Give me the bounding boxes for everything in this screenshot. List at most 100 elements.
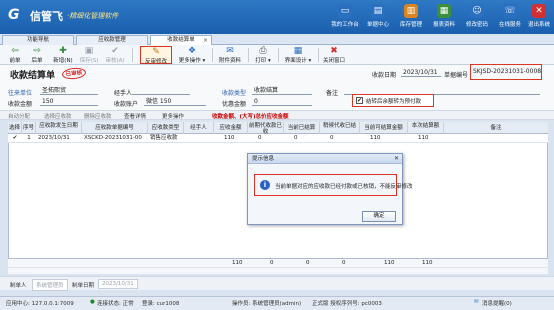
created-date-field: 2023/10/31 xyxy=(98,279,138,289)
toolbar: ⇦ 前单 ⇨ 后单 ✚ 新增(N) ▣ 保存(S) ✔ 审核(A) ✎ 反审修改 ❖ 更多操作… xyxy=(0,45,554,65)
select-receivable-button[interactable]: 选择应收款 xyxy=(44,112,72,120)
nav-exit[interactable]: ✕ 退出系统 xyxy=(524,4,554,32)
tab-function-nav[interactable]: 功能导航 xyxy=(2,35,74,45)
dialog-close-icon[interactable]: ✕ xyxy=(394,154,399,164)
handler-label: 经手人 xyxy=(114,90,133,97)
tab-receivables[interactable]: 应收款管理 xyxy=(76,35,148,45)
person-icon: ☺ xyxy=(470,4,484,18)
prepay-checkbox-group[interactable]: ✔ 结转后余额转为预付款 xyxy=(352,94,434,107)
auto-split-button[interactable]: 自动分配 xyxy=(8,112,30,120)
tab-receipt-settlement[interactable]: 收款结算单 × xyxy=(150,35,212,45)
print-icon: ⎙ xyxy=(259,46,267,56)
app-header: G 信管飞 ·精细化管理软件 ▭ 我的工作台 ▤ 单据中心 ▥ 库存管理 ▦ 报表资料 … xyxy=(0,0,554,34)
customer-field[interactable]: 圣拓熙贸 xyxy=(40,86,98,95)
next-button[interactable]: ⇨ 后单 xyxy=(28,46,46,64)
tab-bar: 功能导航 应收款管理 收款结算单 × xyxy=(0,34,554,45)
ok-button[interactable]: 确定 xyxy=(362,211,396,222)
amount-label: 收款金额 xyxy=(8,101,33,108)
amount-field[interactable]: 150 xyxy=(40,97,98,106)
col-handler: 经手人 xyxy=(184,122,214,134)
message-icon: ✉ xyxy=(474,299,479,305)
attachment-button[interactable]: ✉ 附件资料 xyxy=(216,46,244,64)
close-icon: ✕ xyxy=(532,4,546,18)
more-ops-button[interactable]: ❖ 更多操作 ▾ xyxy=(176,46,208,64)
nav-workbench[interactable]: ▭ 我的工作台 xyxy=(330,4,360,32)
arrow-right-icon: ⇨ xyxy=(33,46,41,56)
number-label: 单据编号 xyxy=(444,72,469,79)
design-button[interactable]: ▦ 界面设计 ▾ xyxy=(282,46,314,64)
check-icon: ● xyxy=(90,299,95,305)
close-window-button[interactable]: ✖ 关闭窗口 xyxy=(320,46,348,64)
app-name: 信管飞 xyxy=(30,10,63,23)
audit-button[interactable]: ✔ 审核(A) xyxy=(104,46,126,64)
server-status: 应用中心: 127.0.0.1:7009 xyxy=(6,301,74,307)
login-status: 登录: cur1008 xyxy=(142,301,180,307)
chart-icon: ▦ xyxy=(437,4,451,18)
creator-field: 系统管理员 xyxy=(32,279,68,291)
prev-button[interactable]: ⇦ 前单 xyxy=(6,46,24,64)
col-wait: 稍候代收已结 xyxy=(320,122,360,134)
col-available: 当前可结算金额 xyxy=(360,122,408,134)
monitor-icon: ▭ xyxy=(338,4,352,18)
audit-icon: ✔ xyxy=(111,46,119,56)
save-icon: ▣ xyxy=(84,46,94,56)
nav-reports[interactable]: ▦ 报表资料 xyxy=(429,4,459,32)
message-reminder[interactable]: 消息提醒(0) xyxy=(482,299,512,307)
row-checkbox[interactable]: ✔ xyxy=(8,134,22,143)
save-button[interactable]: ▣ 保存(S) xyxy=(78,46,100,64)
attachment-icon: ✉ xyxy=(226,46,234,56)
bottom-info-bar: 制单人 系统管理员 制单日期 2023/10/31 xyxy=(0,276,554,291)
new-button[interactable]: ✚ 新增(N) xyxy=(52,46,74,64)
unaudit-edit-button[interactable]: ✎ 反审修改 xyxy=(140,46,172,65)
date-field[interactable]: 2023/10/31 xyxy=(401,68,441,77)
tab-close-icon[interactable]: × xyxy=(203,36,208,45)
more-icon: ❖ xyxy=(187,46,197,56)
dialog-title: 提示信息 xyxy=(248,154,402,164)
grid-scrollbar[interactable] xyxy=(8,267,548,274)
version-status: 正式版 授权序列号: pc0003 xyxy=(312,301,382,307)
delete-receivable-button[interactable]: 删除应收款 xyxy=(84,112,112,120)
nav-inventory[interactable]: ▥ 库存管理 xyxy=(396,4,426,32)
account-field[interactable]: 微信 150 xyxy=(144,97,206,106)
status-bar: 应用中心: 127.0.0.1:7009 ● 连接状态: 正常 登录: cur1… xyxy=(0,296,554,310)
grid-header: 选择 序号 应收款发生日期 应收款单据编号 应收款类型 经手人 应收金额 前期代… xyxy=(8,122,548,134)
info-icon: i xyxy=(260,180,270,190)
dialog-message: 当前单据对应的应收款已经付款或已核销，不能反审修改 xyxy=(275,184,413,190)
col-prev: 前期代收款已收 xyxy=(248,122,284,134)
creator-label: 制单人 xyxy=(10,283,27,289)
grid-more-button[interactable]: 更多操作 xyxy=(162,112,184,120)
nav-change-password[interactable]: ☺ 修改密码 xyxy=(462,4,492,32)
page-title: 收款结算单 xyxy=(10,71,56,81)
col-number: 应收款单据编号 xyxy=(82,122,148,134)
service-icon: ☏ xyxy=(503,4,517,18)
dialog-message-box: i 当前单据对应的应收款已经付款或已核销，不能反审修改 xyxy=(254,174,413,196)
unaudit-edit-icon: ✎ xyxy=(152,47,160,57)
number-field[interactable]: SKJSD-20231031-0008 xyxy=(470,64,542,80)
nav-document-center[interactable]: ▤ 单据中心 xyxy=(363,4,393,32)
logo-mark: G xyxy=(8,7,20,23)
table-row[interactable]: ✔ 1 2023/10/31 XSCKD-20231031-00 销售应收款 1… xyxy=(8,134,548,143)
close-window-icon: ✖ xyxy=(330,46,338,56)
customer-label: 往来单位 xyxy=(8,90,33,97)
alert-dialog: 提示信息 ✕ i 当前单据对应的应收款已经付款或已核销，不能反审修改 确定 xyxy=(247,153,413,225)
account-label: 收款账户 xyxy=(114,101,139,108)
grid-toolbar: 自动分配 选择应收款 删除应收款 查看详情 更多操作 收款金额、(大写)总价应收… xyxy=(0,110,554,120)
warehouse-icon: ▥ xyxy=(404,4,418,18)
design-icon: ▦ xyxy=(293,46,303,56)
operator-status: 操作员: 系统管理员(admin) xyxy=(232,301,302,307)
col-settled: 当前已结算 xyxy=(284,122,320,134)
col-date: 应收款发生日期 xyxy=(36,122,82,134)
print-button[interactable]: ⎙ 打印 ▾ xyxy=(252,46,274,64)
discount-field[interactable]: 0 xyxy=(252,97,312,106)
created-date-label: 制单日期 xyxy=(72,283,95,289)
prepay-checkbox[interactable]: ✔ xyxy=(356,97,363,104)
type-field[interactable]: 收款结算 xyxy=(252,86,312,95)
nav-online-service[interactable]: ☏ 在线服务 xyxy=(495,4,525,32)
col-seq: 序号 xyxy=(22,122,36,134)
col-note: 备注 xyxy=(490,125,502,131)
connection-status: 连接状态: 正常 xyxy=(97,301,134,307)
note-label: 备注 xyxy=(326,90,339,97)
document-icon: ▤ xyxy=(371,4,385,18)
handler-field[interactable] xyxy=(132,86,190,95)
view-detail-button[interactable]: 查看详情 xyxy=(124,112,146,120)
